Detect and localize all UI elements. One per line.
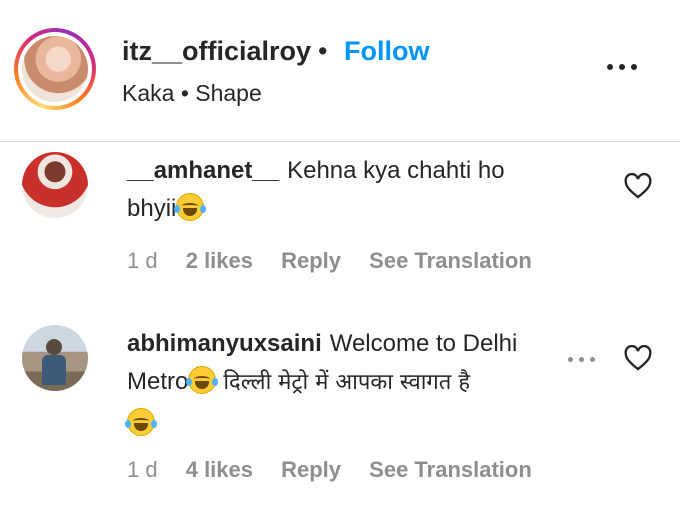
- reply-button[interactable]: Reply: [281, 248, 341, 273]
- follow-button[interactable]: Follow: [344, 36, 429, 67]
- reply-button[interactable]: Reply: [281, 457, 341, 482]
- more-options-icon[interactable]: [604, 52, 640, 82]
- comment-age: 1 d: [127, 457, 158, 482]
- comment-text: __amhanet__ Kehna kya chahti ho bhyii: [127, 152, 587, 228]
- commenter-username[interactable]: abhimanyuxsaini: [127, 330, 322, 357]
- comment-more-options-icon[interactable]: [566, 353, 600, 367]
- post-header: itz__officialroy • Follow Kaka • Shape: [0, 0, 680, 142]
- heart-icon[interactable]: [624, 345, 652, 371]
- see-translation-button[interactable]: See Translation: [369, 457, 532, 482]
- tears-of-joy-emoji-icon: [186, 366, 219, 394]
- comment-item: __amhanet__ Kehna kya chahti ho bhyii 1 d…: [0, 150, 680, 290]
- comment-age: 1 d: [127, 248, 158, 273]
- post-username[interactable]: itz__officialroy: [122, 36, 311, 67]
- comment-meta: 1 d 2 likes Reply See Translation: [127, 248, 554, 274]
- likes-count[interactable]: 4 likes: [186, 457, 253, 482]
- audio-track-label[interactable]: Kaka • Shape: [122, 80, 262, 107]
- commenter-avatar[interactable]: [22, 325, 88, 391]
- comment-item: abhimanyuxsaini Welcome to Delhi Metro दि…: [0, 325, 680, 495]
- commenter-username[interactable]: __amhanet__: [127, 157, 279, 184]
- tears-of-joy-emoji-icon: [174, 193, 207, 221]
- comment-body-line2: bhyii: [127, 195, 177, 222]
- profile-avatar[interactable]: [14, 28, 96, 110]
- comment-body-line1: Kehna kya chahti ho: [287, 157, 505, 184]
- comment-meta: 1 d 4 likes Reply See Translation: [127, 457, 554, 483]
- commenter-avatar[interactable]: [22, 152, 88, 218]
- tears-of-joy-emoji-icon: [125, 408, 157, 436]
- likes-count[interactable]: 2 likes: [186, 248, 253, 273]
- separator-dot: •: [318, 36, 328, 66]
- see-translation-button[interactable]: See Translation: [369, 248, 532, 273]
- comment-text: abhimanyuxsaini Welcome to Delhi Metro दि…: [125, 325, 587, 443]
- comment-body-hindi: दिल्ली मेट्रो में आपका स्वागत है: [216, 370, 471, 395]
- heart-icon[interactable]: [624, 173, 652, 199]
- comment-body-line2: Metro: [127, 368, 189, 395]
- comment-body-line1: Welcome to Delhi: [329, 330, 518, 357]
